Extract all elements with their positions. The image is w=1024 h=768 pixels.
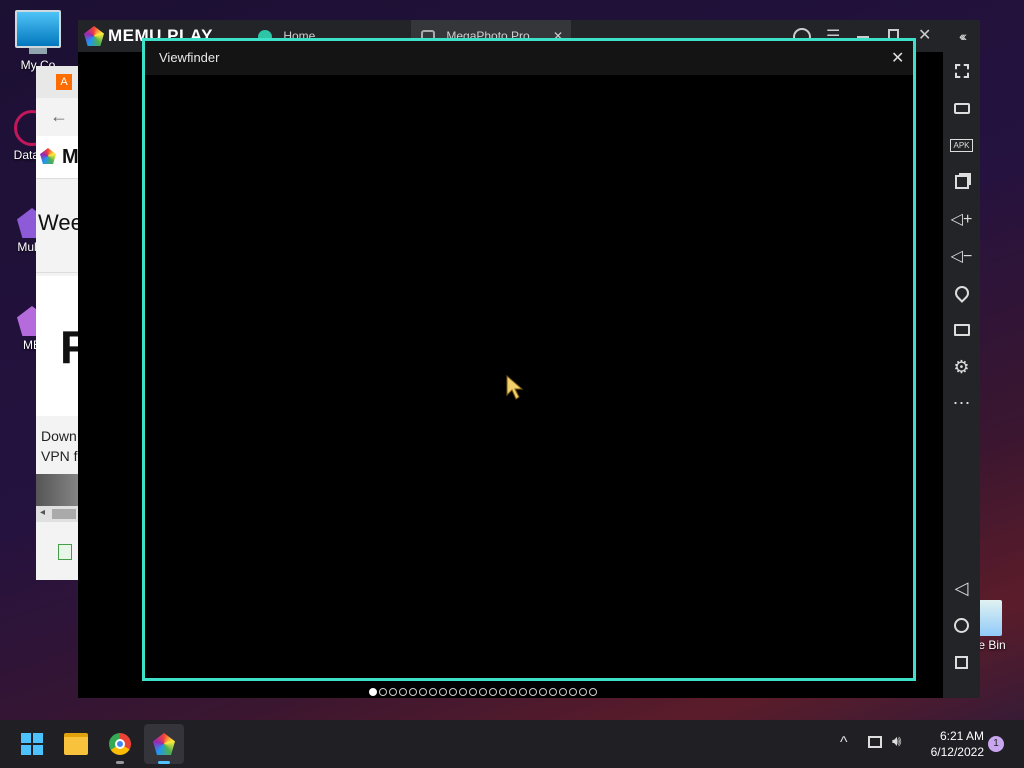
viewfinder-close-button[interactable]: ✕ (891, 48, 904, 68)
page-dot[interactable] (509, 688, 517, 696)
page-dot[interactable] (519, 688, 527, 696)
network-icon[interactable] (868, 736, 882, 748)
start-button[interactable] (12, 724, 52, 764)
fullscreen-icon[interactable] (943, 56, 980, 86)
recycle-bin-icon (978, 600, 1002, 636)
scrollbar-thumb[interactable] (52, 509, 76, 519)
clock-date: 6/12/2022 (930, 745, 984, 759)
location-icon[interactable] (943, 278, 980, 308)
volume-down-icon[interactable]: ◁− (943, 241, 980, 271)
multi-instance-icon[interactable] (943, 167, 980, 197)
back-icon[interactable]: ◁ (943, 573, 980, 603)
keyboard-icon[interactable] (943, 93, 980, 123)
viewfinder-title-bar: Viewfinder ✕ (145, 41, 913, 75)
app-badge: A (56, 74, 72, 90)
page-dot[interactable] (459, 688, 467, 696)
show-hidden-icons-chevron[interactable]: ^ (840, 734, 848, 752)
taskbar: ^ 🔊︎ 6:21 AM 6/12/2022 1 (0, 720, 1024, 768)
home-icon[interactable] (943, 610, 980, 640)
folder-taskbar-icon (64, 733, 88, 755)
file-explorer-button[interactable] (56, 724, 96, 764)
chrome-button[interactable] (100, 724, 140, 764)
page-dot[interactable] (389, 688, 397, 696)
chrome-icon (109, 733, 131, 755)
article-heading: Wee (38, 210, 83, 235)
memu-logo-icon (84, 26, 104, 46)
page-indicator (369, 688, 597, 698)
viewfinder-preview[interactable] (145, 75, 913, 678)
windows-logo-icon (21, 733, 43, 755)
page-dot[interactable] (369, 688, 377, 696)
scroll-left-icon[interactable]: ◂ (40, 507, 45, 518)
page-dot[interactable] (569, 688, 577, 696)
close-window-icon[interactable]: ✕ (918, 25, 931, 45)
clock-time: 6:21 AM (939, 729, 984, 743)
mouse-cursor-icon (506, 375, 524, 400)
page-dot[interactable] (589, 688, 597, 696)
page-dot[interactable] (469, 688, 477, 696)
folder-icon[interactable] (943, 315, 980, 345)
desktop-icon-my-computer[interactable]: My Co (6, 10, 70, 72)
back-arrow-icon[interactable]: ← (50, 106, 68, 127)
page-dot[interactable] (409, 688, 417, 696)
volume-up-icon[interactable]: ◁+ (943, 204, 980, 234)
site-logo-text: M (62, 146, 79, 168)
page-dot[interactable] (489, 688, 497, 696)
settings-icon[interactable]: ⚙ (943, 352, 980, 382)
page-dot[interactable] (529, 688, 537, 696)
viewfinder-dialog: Viewfinder ✕ (142, 38, 916, 681)
page-dot[interactable] (539, 688, 547, 696)
memu-taskbar-button[interactable] (144, 724, 184, 764)
monitor-icon (15, 10, 61, 54)
article-snippet[interactable]: Down VPN f (41, 426, 78, 466)
memu-sidebar: ‹‹‹ APK ◁+ ◁− ⚙ ⋯ ◁ (943, 20, 980, 698)
page-dot[interactable] (549, 688, 557, 696)
page-dot[interactable] (449, 688, 457, 696)
apk-icon[interactable]: APK (943, 130, 980, 160)
collapse-icon[interactable]: ‹‹‹ (943, 21, 980, 51)
page-dot[interactable] (559, 688, 567, 696)
page-dot[interactable] (429, 688, 437, 696)
page-dot[interactable] (579, 688, 587, 696)
page-dot[interactable] (419, 688, 427, 696)
page-dot[interactable] (499, 688, 507, 696)
page-dot[interactable] (379, 688, 387, 696)
volume-icon[interactable]: 🔊︎ (892, 733, 901, 750)
site-logo-icon (40, 148, 56, 164)
page-dot[interactable] (479, 688, 487, 696)
viewfinder-title: Viewfinder (159, 50, 220, 65)
page-dot[interactable] (439, 688, 447, 696)
clock[interactable]: 6:21 AM 6/12/2022 (914, 728, 984, 760)
more-icon[interactable]: ⋯ (943, 388, 980, 418)
notification-badge[interactable]: 1 (988, 736, 1004, 752)
download-file-icon[interactable] (58, 544, 72, 560)
page-dot[interactable] (399, 688, 407, 696)
memu-taskbar-icon (153, 733, 175, 755)
recent-apps-icon[interactable] (943, 647, 980, 677)
